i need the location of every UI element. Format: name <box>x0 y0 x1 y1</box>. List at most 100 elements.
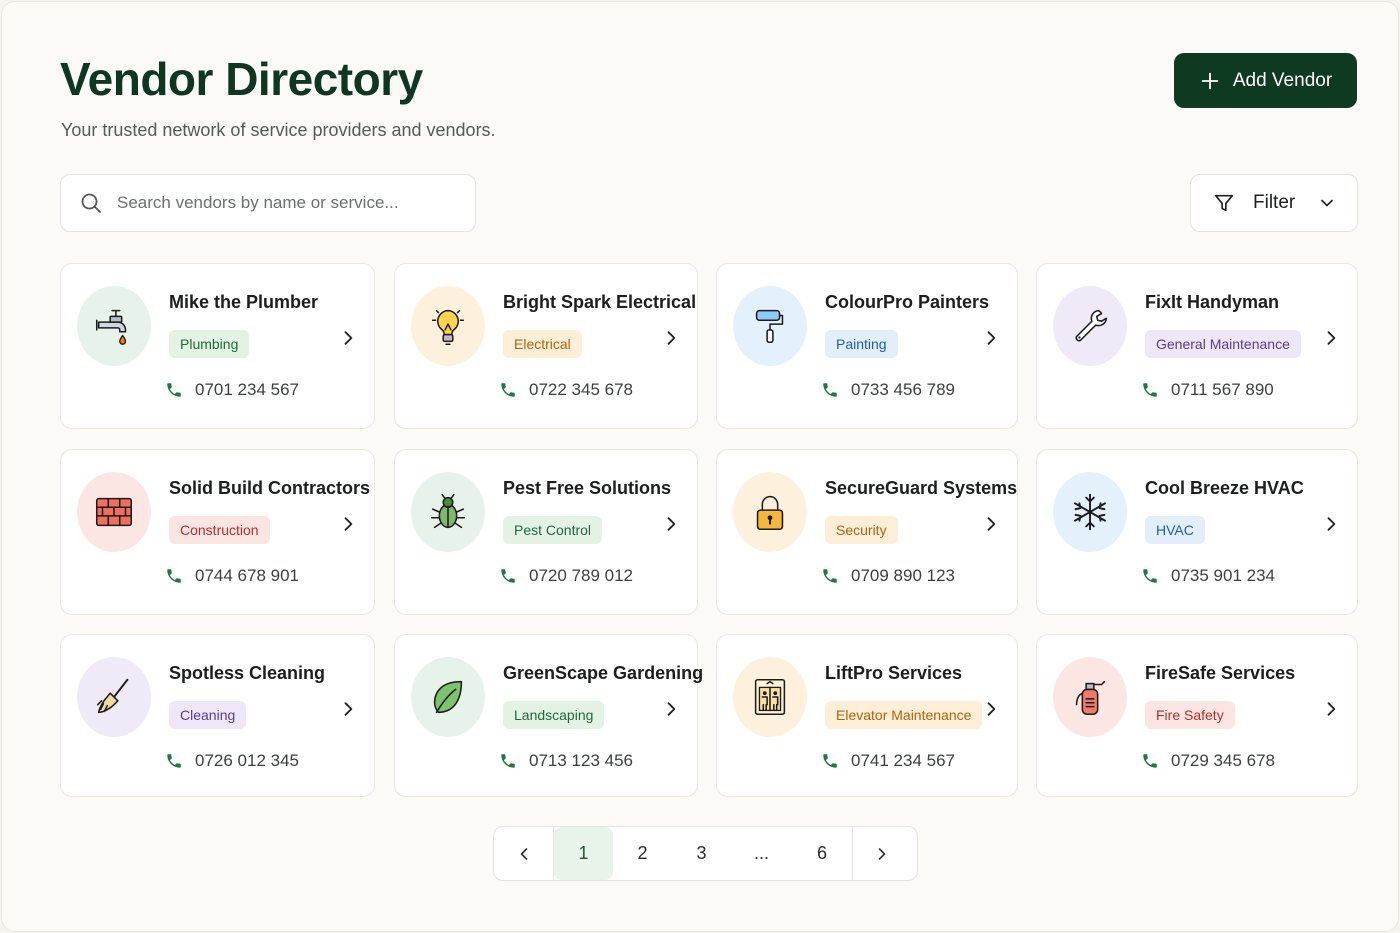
filter-dropdown[interactable]: Filter <box>1190 174 1358 232</box>
search-input[interactable] <box>117 193 447 213</box>
chevron-right-icon <box>987 517 996 531</box>
phone-icon <box>501 754 515 768</box>
vendor-card[interactable]: LiftPro Services Elevator Maintenance 07… <box>716 634 1018 797</box>
chevron-right-icon <box>1327 331 1336 345</box>
page-button-6[interactable]: 6 <box>792 827 852 880</box>
vendor-icon-badge <box>1053 657 1127 737</box>
phone-icon <box>823 754 837 768</box>
vendor-card[interactable]: SecureGuard Systems Security 0709 890 12… <box>716 449 1018 615</box>
chevron-right-icon <box>878 847 886 860</box>
vendor-name: Bright Spark Electrical <box>503 292 697 312</box>
phone-icon <box>1143 569 1157 583</box>
vendor-phone[interactable]: 0726 012 345 <box>165 751 299 771</box>
vendor-phone[interactable]: 0713 123 456 <box>499 751 633 771</box>
chevron-right-icon <box>987 702 996 716</box>
chevron-left-icon <box>520 847 527 860</box>
prev-page-button[interactable] <box>494 827 554 880</box>
category-tag: Landscaping <box>503 701 605 729</box>
category-tag: Plumbing <box>169 330 250 358</box>
wrench-icon <box>1067 303 1113 349</box>
faucet-icon <box>91 303 137 349</box>
padlock-icon <box>747 489 793 535</box>
page-title: Vendor Directory <box>60 53 423 105</box>
chevron-right-icon <box>344 331 353 345</box>
phone-icon <box>1143 383 1157 397</box>
chevron-right-icon <box>344 517 353 531</box>
chevron-down-icon <box>1321 199 1334 207</box>
page-subtitle: Your trusted network of service provider… <box>61 120 496 140</box>
vendor-phone[interactable]: 0709 890 123 <box>821 566 955 586</box>
vendor-card[interactable]: FireSafe Services Fire Safety 0729 345 6… <box>1036 634 1358 797</box>
vendor-phone[interactable]: 0733 456 789 <box>821 380 955 400</box>
phone-icon <box>501 383 515 397</box>
phone-icon <box>823 569 837 583</box>
vendor-icon-badge <box>77 286 151 366</box>
app-frame: Vendor Directory Your trusted network of… <box>1 1 1399 932</box>
leaf-icon <box>425 674 471 720</box>
category-tag: Pest Control <box>503 516 603 544</box>
vendor-icon-badge <box>411 657 485 737</box>
vendor-icon-badge <box>411 286 485 366</box>
page-button-1[interactable]: 1 <box>554 827 613 880</box>
vendor-phone[interactable]: 0729 345 678 <box>1141 751 1275 771</box>
search-box[interactable] <box>60 174 476 232</box>
vendor-icon-badge <box>733 472 807 552</box>
vendor-phone[interactable]: 0741 234 567 <box>821 751 955 771</box>
search-icon <box>81 193 101 213</box>
lightbulb-icon <box>425 303 471 349</box>
category-tag: Electrical <box>503 330 582 358</box>
pagination: 1 2 3 ... 6 <box>493 826 918 881</box>
phone-number: 0709 890 123 <box>851 566 955 585</box>
fire-extinguisher-icon <box>1067 674 1113 720</box>
vendor-card[interactable]: FixIt Handyman General Maintenance 0711 … <box>1036 263 1358 429</box>
vendor-name: Pest Free Solutions <box>503 478 672 498</box>
chevron-right-icon <box>987 331 996 345</box>
vendor-icon-badge <box>733 657 807 737</box>
category-tag: Cleaning <box>169 701 247 729</box>
phone-icon <box>1143 754 1157 768</box>
elevator-icon <box>747 674 793 720</box>
chevron-right-icon <box>1327 517 1336 531</box>
phone-number: 0722 345 678 <box>529 380 633 399</box>
vendor-phone[interactable]: 0711 567 890 <box>1141 380 1274 400</box>
vendor-icon-badge <box>411 472 485 552</box>
vendor-phone[interactable]: 0744 678 901 <box>165 566 299 586</box>
broom-icon <box>91 674 137 720</box>
vendor-card[interactable]: Mike the Plumber Plumbing 0701 234 567 <box>60 263 375 429</box>
vendor-phone[interactable]: 0722 345 678 <box>499 380 633 400</box>
phone-number: 0733 456 789 <box>851 380 955 399</box>
vendor-phone[interactable]: 0735 901 234 <box>1141 566 1275 586</box>
category-tag: Elevator Maintenance <box>825 701 983 729</box>
add-vendor-button[interactable]: Add Vendor <box>1174 53 1357 108</box>
vendor-phone[interactable]: 0720 789 012 <box>499 566 633 586</box>
chevron-right-icon <box>667 517 676 531</box>
page-button-2[interactable]: 2 <box>613 827 672 880</box>
vendor-card[interactable]: GreenScape Gardening Landscaping 0713 12… <box>394 634 703 797</box>
phone-number: 0711 567 890 <box>1171 380 1274 399</box>
category-tag: Fire Safety <box>1145 701 1235 729</box>
vendor-icon-badge <box>77 472 151 552</box>
vendor-card[interactable]: Pest Free Solutions Pest Control 0720 78… <box>394 449 698 615</box>
phone-icon <box>167 569 181 583</box>
vendor-card[interactable]: Solid Build Contractors Construction 074… <box>60 449 375 615</box>
chevron-right-icon <box>667 702 676 716</box>
chevron-right-icon <box>667 331 676 345</box>
vendor-name: GreenScape Gardening <box>503 663 704 683</box>
vendor-icon-badge <box>77 657 151 737</box>
vendor-card[interactable]: Spotless Cleaning Cleaning 0726 012 345 <box>60 634 375 797</box>
next-page-button[interactable] <box>852 827 911 880</box>
vendor-name: Solid Build Contractors <box>169 478 371 498</box>
vendor-phone[interactable]: 0701 234 567 <box>165 380 299 400</box>
vendor-name: FixIt Handyman <box>1145 292 1280 312</box>
phone-icon <box>501 569 515 583</box>
vendor-card[interactable]: ColourPro Painters Painting 0733 456 789 <box>716 263 1018 429</box>
phone-number: 0735 901 234 <box>1171 566 1275 585</box>
page-button-3[interactable]: 3 <box>672 827 731 880</box>
vendor-card[interactable]: Cool Breeze HVAC HVAC 0735 901 234 <box>1036 449 1358 615</box>
category-tag: HVAC <box>1145 516 1205 544</box>
vendor-name: SecureGuard Systems <box>825 478 1018 498</box>
phone-number: 0726 012 345 <box>195 751 299 770</box>
filter-label: Filter <box>1253 192 1296 213</box>
vendor-card[interactable]: Bright Spark Electrical Electrical 0722 … <box>394 263 698 429</box>
vendor-name: FireSafe Services <box>1145 663 1296 683</box>
